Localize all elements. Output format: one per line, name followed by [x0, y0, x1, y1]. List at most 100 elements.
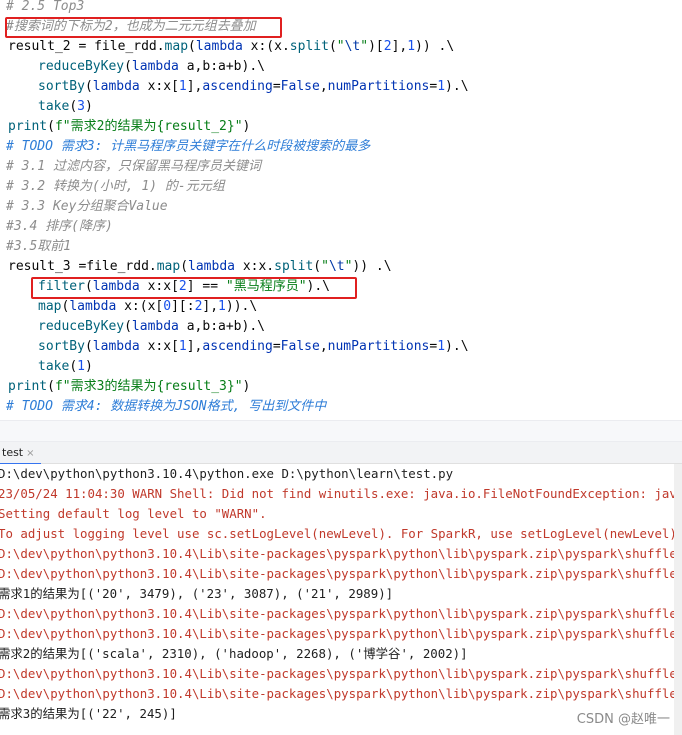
code-line-result3-map2: map(lambda x:(x[0][:2],1)).\	[38, 297, 257, 317]
watermark: CSDN @赵唯一	[576, 712, 670, 727]
token: (	[84, 339, 93, 354]
token: a,b:a+b).\	[178, 319, 265, 334]
token: False	[280, 339, 320, 354]
console-line: D:\dev\python\python3.10.4\Lib\site-pack…	[0, 566, 682, 581]
token: ],	[186, 339, 203, 354]
token: take	[38, 359, 70, 374]
code-line-result3-sort: sortBy(lambda x:x[1],ascending=False,num…	[38, 337, 469, 357]
token: 1	[178, 79, 187, 94]
code-line-result2-map: result_2 = file_rdd.map(lambda x:(x.spli…	[8, 37, 454, 57]
code-comment-3-3: # 3.3 Key分组聚合Value	[6, 199, 168, 214]
token: f"需求3的结果为{result_3}"	[54, 379, 243, 394]
console-line: D:\dev\python\python3.10.4\Lib\site-pack…	[0, 666, 682, 681]
code-line-result2-reduce: reduceByKey(lambda a,b:a+b).\	[38, 57, 265, 77]
token: split	[289, 39, 329, 54]
token: = file_rdd.	[70, 39, 165, 54]
token: ],	[186, 79, 203, 94]
token: x:x[	[139, 279, 179, 294]
token: ],	[202, 299, 219, 314]
token: )).\	[225, 299, 258, 314]
token: print	[8, 119, 48, 134]
token: a,b:a+b).\	[178, 59, 265, 74]
console-line: Setting default log level to "WARN".	[0, 506, 267, 521]
code-comment-top: # 2.5 Top3	[6, 0, 85, 14]
token: 1	[407, 39, 416, 54]
token: lambda	[195, 39, 243, 54]
token: =	[272, 79, 281, 94]
console-line: To adjust logging level use sc.setLogLev…	[0, 526, 682, 541]
token: =file_rdd.	[70, 259, 157, 274]
token: print	[8, 379, 48, 394]
token: ).\	[306, 279, 331, 294]
code-comment-3-5: #3.5取前1	[6, 239, 72, 254]
token: f"需求2的结果为{result_2}"	[54, 119, 243, 134]
run-console[interactable]: D:\dev\python\python3.10.4\python.exe D:…	[0, 464, 682, 735]
code-line-result3-reduce: reduceByKey(lambda a,b:a+b).\	[38, 317, 265, 337]
token: x:x[	[139, 79, 179, 94]
token: lambda	[131, 59, 179, 74]
token: (	[188, 39, 196, 54]
token: \t	[344, 39, 361, 54]
token: x:(x.	[242, 39, 290, 54]
token: )	[84, 359, 93, 374]
token: (	[47, 119, 55, 134]
token: sortBy	[38, 79, 85, 94]
token: ,	[319, 339, 328, 354]
token: map	[38, 299, 62, 314]
token: 0	[163, 299, 172, 314]
token: lambda	[92, 279, 140, 294]
token: x:x[	[139, 339, 179, 354]
token: map	[164, 39, 189, 54]
token: (	[69, 99, 78, 114]
token: (	[328, 39, 337, 54]
token: False	[280, 79, 320, 94]
token: filter	[38, 279, 85, 294]
console-line: D:\dev\python\python3.10.4\Lib\site-pack…	[0, 686, 682, 701]
console-scrollbar[interactable]	[674, 464, 682, 735]
token: (	[124, 319, 132, 334]
code-line-print3: print(f"需求3的结果为{result_3}")	[8, 377, 250, 397]
token: "	[360, 39, 369, 54]
code-comment-boxed: #搜索词的下标为2，也成为二元元组去叠加	[6, 19, 256, 34]
token: "	[336, 39, 345, 54]
token: )[	[368, 39, 384, 54]
code-editor[interactable]: # 2.5 Top3 #搜索词的下标为2，也成为二元元组去叠加 result_2…	[0, 0, 682, 420]
token: )) .\	[415, 39, 455, 54]
console-line: D:\dev\python\python3.10.4\Lib\site-pack…	[0, 546, 682, 561]
token: (	[180, 259, 189, 274]
code-comment-todo4: # TODO 需求4: 数据转换为JSON格式, 写出到文件中	[6, 399, 327, 414]
token: (	[84, 279, 93, 294]
token: result_2	[8, 39, 71, 54]
token: (	[47, 379, 55, 394]
token: (	[124, 59, 132, 74]
code-line-result2-take: take(3)	[38, 97, 93, 117]
token: 2	[178, 279, 187, 294]
token: "	[321, 259, 329, 274]
token: ).\	[445, 79, 469, 94]
token: 1	[218, 299, 226, 314]
code-comment-todo3: # TODO 需求3: 计黑马程序员关键字在什么时段被搜索的最多	[6, 139, 371, 154]
token: )	[242, 379, 251, 394]
token: lambda	[92, 79, 140, 94]
code-line-result2-sort: sortBy(lambda x:x[1],ascending=False,num…	[38, 77, 469, 97]
token: =	[272, 339, 281, 354]
console-line: D:\dev\python\python3.10.4\python.exe D:…	[0, 466, 454, 481]
token: 2	[383, 39, 392, 54]
token: lambda	[92, 339, 140, 354]
close-icon[interactable]: ×	[26, 448, 34, 459]
code-line-result3-map: result_3 =file_rdd.map(lambda x:x.split(…	[8, 257, 392, 277]
console-line: D:\dev\python\python3.10.4\Lib\site-pack…	[0, 606, 682, 621]
run-tab-test[interactable]: test ×	[0, 442, 41, 465]
token: ascending	[202, 79, 273, 94]
panel-splitter[interactable]	[0, 420, 682, 442]
token: 1	[77, 359, 85, 374]
token: ] ==	[186, 279, 226, 294]
token: (	[313, 259, 322, 274]
code-line-result3-take: take(1)	[38, 357, 93, 377]
token: lambda	[188, 259, 235, 274]
token: sortBy	[38, 339, 85, 354]
console-line: 需求3的结果为[('22', 245)]	[0, 706, 177, 721]
token: numPartitions	[327, 79, 430, 94]
token: )	[84, 99, 93, 114]
token: lambda	[131, 319, 179, 334]
